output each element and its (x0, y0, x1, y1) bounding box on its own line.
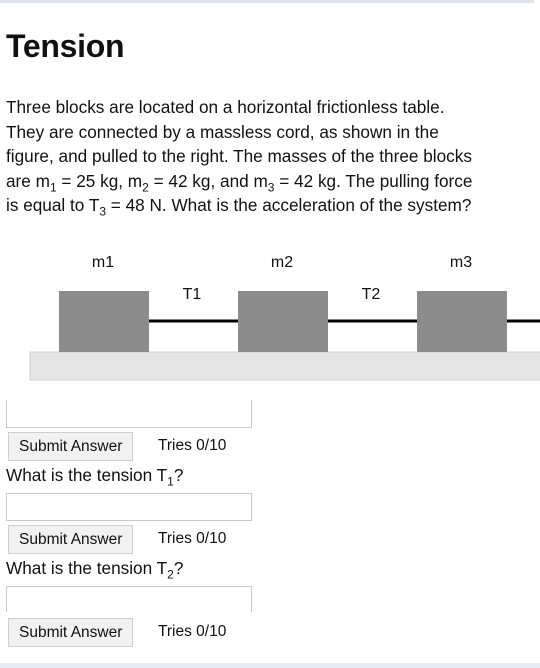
label-t2: T2 (362, 286, 381, 303)
label-m2: m2 (271, 254, 293, 271)
blocks-figure: m1 m2 m3 T1 T2 (0, 245, 540, 385)
problem-line-1: Three blocks are located on a horizontal… (6, 97, 445, 117)
tension-t1-answer-input[interactable] (6, 493, 252, 521)
block-m1 (59, 291, 149, 352)
question-tension-t2: What is the tension T2? (6, 558, 184, 582)
problem-line-3: figure, and pulled to the right. The mas… (6, 146, 472, 166)
submit-answer-button-1[interactable]: Submit Answer (8, 432, 134, 461)
tries-counter-1: Tries 0/10 (158, 437, 227, 454)
problem-line-5: is equal to T3 = 48 N. What is the accel… (6, 195, 472, 219)
label-m1: m1 (92, 254, 114, 271)
label-m3: m3 (450, 254, 472, 271)
page-title: Tension (6, 28, 125, 64)
tension-problem-page: Tension Three blocks are located on a ho… (0, 0, 540, 668)
bottom-divider (0, 663, 540, 668)
label-t1: T1 (183, 286, 202, 303)
problem-statement: Three blocks are located on a horizontal… (6, 95, 534, 218)
question-tension-t1: What is the tension T1? (6, 465, 184, 489)
table-surface (29, 351, 540, 381)
block-m3 (417, 291, 507, 352)
problem-line-4: are m1 = 25 kg, m2 = 42 kg, and m3 = 42 … (6, 170, 473, 194)
submit-answer-button-3[interactable]: Submit Answer (8, 618, 134, 647)
tension-t2-answer-input[interactable] (6, 586, 252, 612)
submit-answer-button-2[interactable]: Submit Answer (8, 525, 134, 554)
tries-counter-2: Tries 0/10 (158, 530, 227, 547)
problem-line-2: They are connected by a massless cord, a… (6, 121, 439, 142)
blocks-diagram: m1 m2 m3 T1 T2 (29, 254, 540, 381)
tries-counter-3: Tries 0/10 (158, 623, 227, 640)
acceleration-answer-input[interactable] (6, 400, 252, 428)
block-m2 (238, 291, 328, 352)
top-divider (0, 0, 534, 3)
